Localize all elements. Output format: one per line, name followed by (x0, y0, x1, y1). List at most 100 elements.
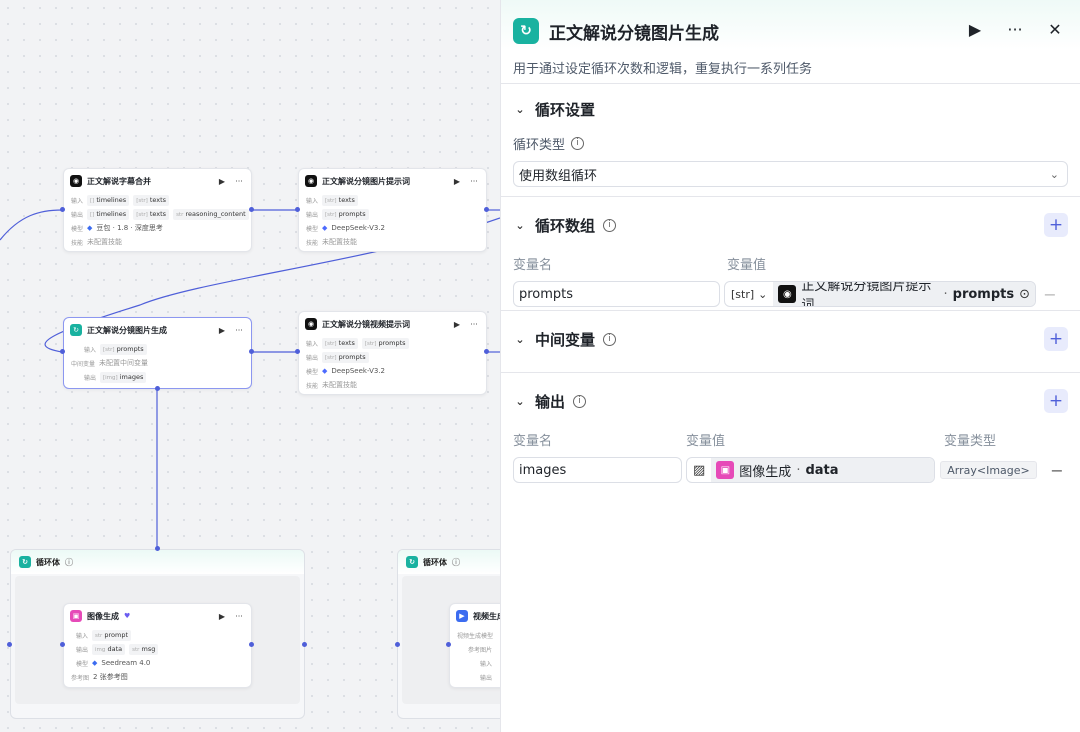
port[interactable] (249, 207, 254, 212)
type-select[interactable]: [str] ⌄ (725, 288, 773, 301)
info-icon[interactable]: i (573, 394, 587, 408)
chevron-down-icon[interactable]: ⌄ (513, 103, 527, 116)
info-icon[interactable]: i (571, 137, 585, 150)
port[interactable] (60, 207, 65, 212)
chevron-down-icon: ⌄ (1049, 167, 1059, 181)
model-label: 模型 (71, 225, 84, 233)
var-chip: [str] prompts (361, 337, 409, 349)
close-icon[interactable]: ✕ (1044, 20, 1066, 39)
port[interactable] (295, 207, 300, 212)
add-button[interactable]: + (1044, 327, 1068, 351)
var-chip: str msg (129, 643, 159, 655)
ai-bot-icon: ◉ (305, 175, 317, 187)
node-loop-image-gen[interactable]: ↻ 正文解说分镜图片生成 ▶ ··· 输入 [str] prompts 中间变量 未配置中… (63, 317, 252, 389)
port[interactable] (60, 642, 65, 647)
col-name-header: 变量名 (513, 433, 553, 449)
row-label: 输出 (480, 674, 493, 682)
loop-type-select[interactable]: 使用数组循环 ⌄ (513, 161, 1068, 187)
chevron-down-icon[interactable]: ⌄ (513, 219, 527, 232)
run-icon[interactable]: ▶ (964, 20, 986, 39)
output-var-name-input[interactable]: images (513, 457, 682, 483)
port[interactable] (395, 642, 400, 647)
variable-picker-icon[interactable]: ⊙ (1019, 287, 1030, 302)
run-icon[interactable]: ▶ (451, 320, 463, 329)
info-icon: ⓘ (65, 557, 73, 567)
skill-label: 技能 (306, 239, 319, 247)
port[interactable] (302, 642, 307, 647)
node-title: 正文解说字幕合并 (87, 176, 151, 186)
port[interactable] (7, 642, 12, 647)
info-icon[interactable]: i (603, 332, 617, 346)
port[interactable] (484, 207, 489, 212)
skill-value: 未配置技能 (322, 238, 357, 246)
node-subtitle-merge[interactable]: ◉ 正文解说字幕合并 ▶ ··· 输入[] timelines [str] texts … (63, 168, 252, 252)
node-image-generation[interactable]: ▣ 图像生成 ♥ ▶ ··· 输入 str prompt 输出 img data str ms… (63, 603, 252, 688)
ref-var-name: data (805, 462, 839, 478)
var-chip: [str] prompts (322, 351, 369, 363)
node-image-prompt[interactable]: ◉ 正文解说分镜图片提示词 ▶ ··· 输入 [str] texts 输出 [str] p… (298, 168, 487, 252)
ref-label: 参考图 (71, 674, 90, 682)
more-icon[interactable]: ··· (468, 320, 480, 329)
loop-var-name-input[interactable]: prompts (513, 281, 720, 307)
info-icon[interactable]: i (603, 218, 617, 232)
run-icon[interactable]: ▶ (216, 612, 228, 621)
info-icon: ⓘ (452, 557, 460, 567)
more-icon[interactable]: ··· (233, 326, 245, 335)
run-icon[interactable]: ▶ (451, 177, 463, 186)
loop-type-label: 循环类型 (513, 138, 566, 153)
workflow-canvas[interactable]: ◉ 正文解说字幕合并 ▶ ··· 输入[] timelines [str] texts … (0, 0, 500, 732)
port[interactable] (249, 642, 254, 647)
port[interactable] (249, 349, 254, 354)
loop-title: 循环体 (36, 557, 60, 567)
col-value-header: 变量值 (727, 257, 767, 273)
output-label: 输出 (76, 646, 89, 654)
output-var-value-ref[interactable]: ▨ ▣ 图像生成 · data (686, 457, 935, 483)
port[interactable] (60, 349, 65, 354)
input-label: 输入 (306, 197, 319, 205)
col-type-header: 变量类型 (944, 433, 997, 449)
panel-header: ↻ 正文解说分镜图片生成 用于通过设定循环次数和逻辑，重复执行一系列任务 ▶ ·… (501, 0, 1080, 84)
image-icon: ▣ (70, 610, 82, 622)
add-button[interactable]: + (1044, 389, 1068, 413)
skill-value: 未配置技能 (87, 238, 122, 246)
col-name-header: 变量名 (513, 257, 553, 273)
ref-separator: · (943, 286, 948, 302)
more-icon[interactable]: ··· (468, 177, 480, 186)
panel-title[interactable]: 正文解说分镜图片生成 (549, 19, 719, 44)
ai-bot-icon: ◉ (778, 285, 797, 303)
node-title: 正文解说分镜图片提示词 (322, 176, 410, 186)
run-icon[interactable]: ▶ (216, 177, 228, 186)
chevron-down-icon[interactable]: ⌄ (513, 333, 527, 346)
port[interactable] (484, 349, 489, 354)
node-video-generation[interactable]: ▶ 视频生成 视频生成模型 参考图片 输入 输出 (449, 603, 500, 688)
port[interactable] (155, 386, 160, 391)
remove-icon[interactable]: − (1047, 461, 1067, 480)
add-button[interactable]: + (1044, 213, 1068, 237)
remove-icon[interactable]: − (1040, 285, 1060, 304)
port[interactable] (446, 642, 451, 647)
image-type-icon[interactable]: ▨ (687, 463, 711, 478)
port[interactable] (155, 546, 160, 551)
node-title: 视频生成 (473, 611, 500, 621)
output-label: 输出 (306, 354, 319, 362)
loop-icon: ↻ (70, 324, 82, 336)
more-icon[interactable]: ··· (233, 612, 245, 621)
more-icon[interactable]: ··· (233, 177, 245, 186)
input-label: 输入 (306, 340, 319, 348)
chevron-down-icon[interactable]: ⌄ (513, 395, 527, 408)
skill-label: 技能 (71, 239, 84, 247)
output-label: 输出 (306, 211, 319, 219)
node-settings-panel: ↻ 正文解说分镜图片生成 用于通过设定循环次数和逻辑，重复执行一系列任务 ▶ ·… (500, 0, 1080, 732)
node-title: 正文解说分镜视频提示词 (322, 319, 410, 329)
loop-var-value-ref[interactable]: [str] ⌄ ◉ 正文解说分镜图片提示词 · prompts ⊙ (724, 281, 1036, 307)
port[interactable] (295, 349, 300, 354)
more-icon[interactable]: ··· (1004, 20, 1026, 39)
ref-value: 2 张参考图 (93, 673, 128, 681)
row-label: 输入 (480, 660, 493, 668)
model-value: DeepSeek-V3.2 (331, 224, 385, 232)
var-chip: str prompt (92, 629, 132, 641)
input-label: 输入 (84, 346, 97, 354)
run-icon[interactable]: ▶ (216, 326, 228, 335)
node-video-prompt[interactable]: ◉ 正文解说分镜视频提示词 ▶ ··· 输入 [str] texts [str] prom… (298, 311, 487, 395)
ref-separator: · (796, 462, 801, 478)
